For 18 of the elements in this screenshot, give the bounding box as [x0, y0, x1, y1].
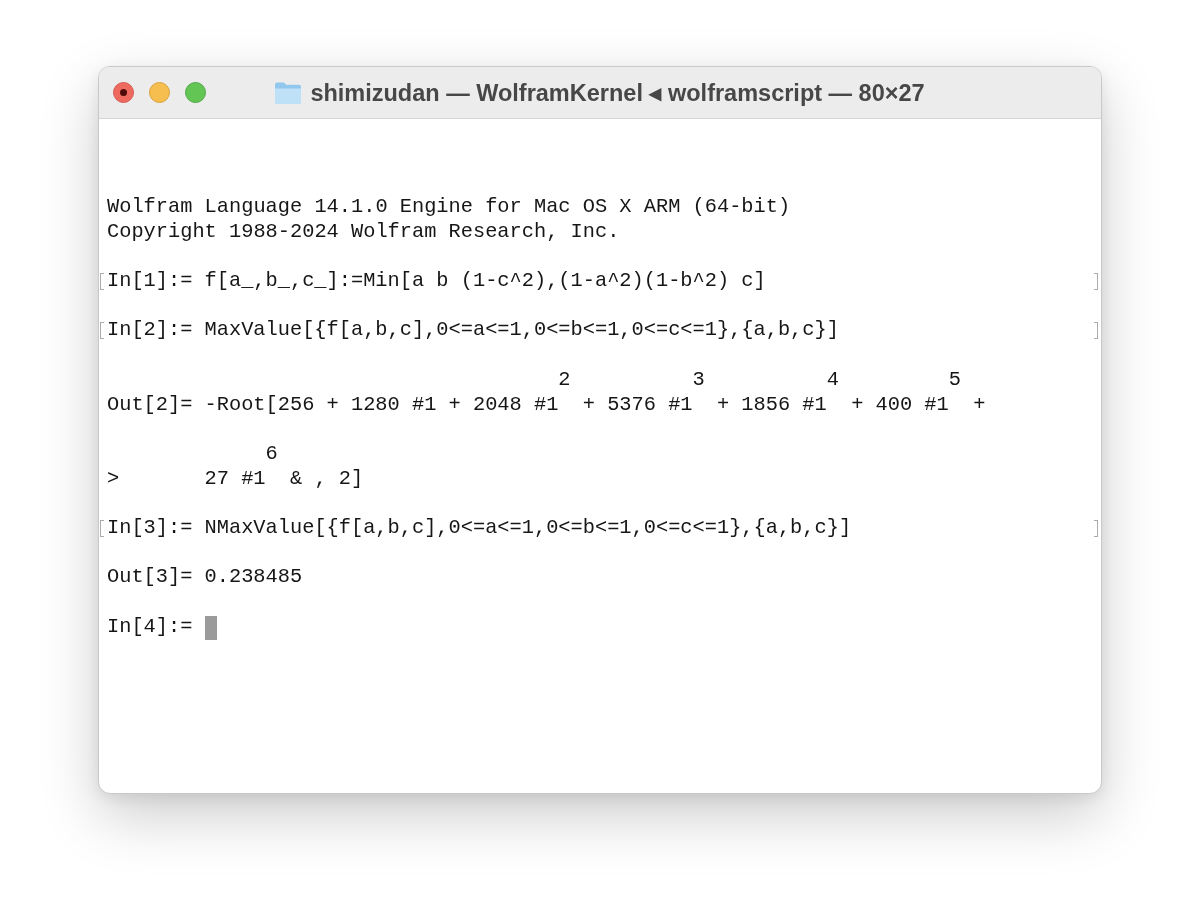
input-code: f[a_,b_,c_]:=Min[a b (1-c^2),(1-a^2)(1-b^2) c] [204, 269, 766, 294]
window-title: shimizudan — WolframKernel ◂ wolframscript — 80×27 [310, 78, 925, 107]
prompt-label: In[3]:= [107, 516, 194, 541]
prompt-label: In[4]:= [107, 614, 194, 640]
banner-text: Wolfram Language 14.1.0 Engine for Mac OS X ARM (64-bit) [107, 195, 792, 220]
prompt-label: In[2]:= [107, 318, 194, 344]
minimize-button[interactable] [149, 82, 170, 103]
zoom-button[interactable] [185, 82, 206, 103]
input-code: MaxValue[{f[a,b,c],0<=a<=1,0<=b<=1,0<=c<=1},{a,b,c}] [204, 318, 839, 344]
prompt-label: Out[2]= [107, 392, 194, 418]
input-code: NMaxValue[{f[a,b,c],0<=a<=1,0<=b<=1,0<=c<=1},{a,b,c}] [204, 516, 852, 541]
folder-icon [275, 81, 302, 104]
banner-text: Copyright 1988-2024 Wolfram Research, Inc. [107, 219, 621, 245]
output-text: 0.238485 [204, 565, 303, 591]
prompt-label: In[1]:= [107, 269, 194, 294]
continuation-marker: > [107, 466, 121, 492]
prompt-label: Out[3]= [107, 565, 194, 591]
close-button[interactable] [113, 82, 134, 103]
